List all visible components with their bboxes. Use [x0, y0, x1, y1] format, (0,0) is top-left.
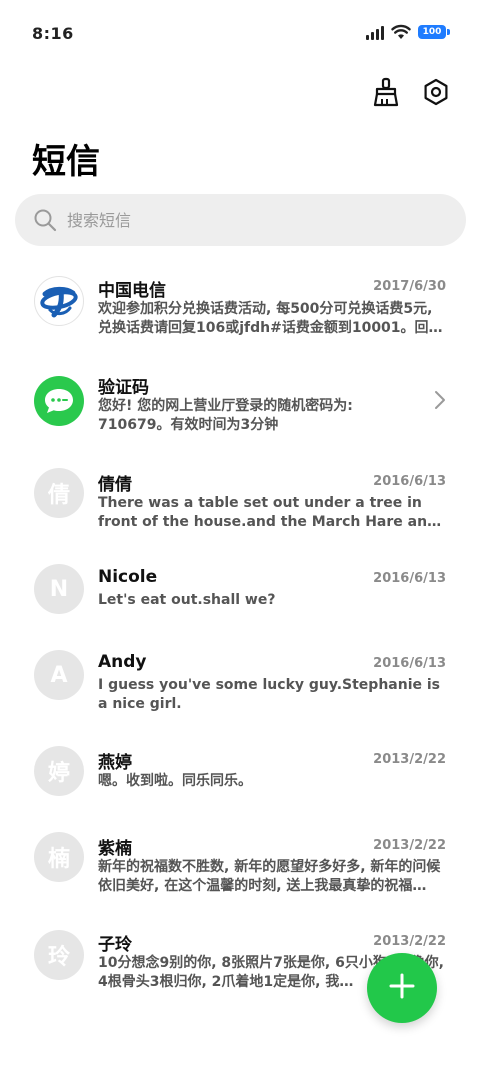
chevron-right-icon — [434, 390, 446, 414]
message-date: 2013/2/22 — [373, 934, 446, 949]
search-bar[interactable] — [15, 194, 466, 246]
settings-button[interactable] — [420, 78, 452, 110]
avatar: 婷 — [34, 746, 84, 796]
avatar: N — [34, 564, 84, 614]
status-bar: 8:16 100 — [0, 0, 480, 66]
message-preview: I guess you've some lucky guy.Stephanie … — [98, 677, 441, 712]
message-item[interactable]: 楠 紫楠 2013/2/22 新年的祝福数不胜数, 新年的愿望好多好多, 新年的… — [0, 832, 480, 922]
message-preview: 新年的祝福数不胜数, 新年的愿望好多好多, 新年的问候依旧美好, 在这个温馨的时… — [98, 859, 441, 894]
avatar: 玲 — [34, 930, 84, 980]
message-sender: 子玲 — [98, 935, 132, 955]
status-icons: 100 — [366, 24, 450, 40]
china-telecom-logo-icon — [34, 276, 84, 326]
message-item[interactable]: N Nicole 2016/6/13 Let's eat out.shall w… — [0, 564, 480, 634]
page-title: 短信 — [32, 142, 100, 182]
battery-icon: 100 — [418, 24, 450, 40]
broom-icon — [372, 77, 400, 111]
avatar: 倩 — [34, 468, 84, 518]
message-date: 2016/6/13 — [373, 571, 446, 586]
plus-icon — [388, 972, 416, 1004]
message-preview: 您好! 您的网上营业厅登录的随机密码为: 710679。有效时间为3分钟 — [98, 398, 353, 433]
header-actions — [370, 77, 452, 111]
avatar: 楠 — [34, 832, 84, 882]
message-preview: There was a table set out under a tree i… — [98, 495, 438, 530]
message-item[interactable]: A Andy 2016/6/13 I guess you've some luc… — [0, 650, 480, 730]
message-sender: Andy — [98, 652, 147, 672]
message-date: 2013/2/22 — [373, 838, 446, 853]
message-sender: 中国电信 — [98, 281, 166, 301]
message-item[interactable]: 验证码 您好! 您的网上营业厅登录的随机密码为: 710679。有效时间为3分钟 — [0, 360, 480, 450]
search-input[interactable] — [67, 210, 427, 230]
signal-icon — [366, 24, 384, 40]
message-sender: 验证码 — [98, 378, 149, 398]
gear-icon — [422, 78, 450, 110]
message-item[interactable]: 倩 倩倩 2016/6/13 There was a table set out… — [0, 468, 480, 558]
message-sender: Nicole — [98, 567, 158, 587]
avatar: A — [34, 650, 84, 700]
message-date: 2017/6/30 — [373, 279, 446, 294]
message-preview: 欢迎参加积分兑换话费活动, 每500分可兑换话费5元, 兑换话费请回复106或j… — [98, 301, 433, 336]
message-item[interactable]: 婷 燕婷 2013/2/22 嗯。收到啦。同乐同乐。 — [0, 746, 480, 816]
new-message-button[interactable] — [367, 953, 437, 1023]
message-date: 2016/6/13 — [373, 474, 446, 489]
battery-level: 100 — [418, 25, 446, 39]
message-sender: 燕婷 — [98, 753, 132, 773]
search-icon — [33, 208, 57, 232]
message-preview: 嗯。收到啦。同乐同乐。 — [98, 773, 252, 789]
status-time: 8:16 — [32, 24, 74, 43]
message-sender: 倩倩 — [98, 475, 132, 495]
message-item[interactable]: 中国电信 2017/6/30 欢迎参加积分兑换话费活动, 每500分可兑换话费5… — [0, 262, 480, 352]
message-date: 2016/6/13 — [373, 656, 446, 671]
message-date: 2013/2/22 — [373, 752, 446, 767]
message-sender: 紫楠 — [98, 839, 132, 859]
message-preview: Let's eat out.shall we? — [98, 592, 276, 608]
clean-button[interactable] — [370, 77, 402, 111]
wifi-icon — [391, 24, 411, 40]
chat-bubble-icon — [34, 376, 84, 426]
